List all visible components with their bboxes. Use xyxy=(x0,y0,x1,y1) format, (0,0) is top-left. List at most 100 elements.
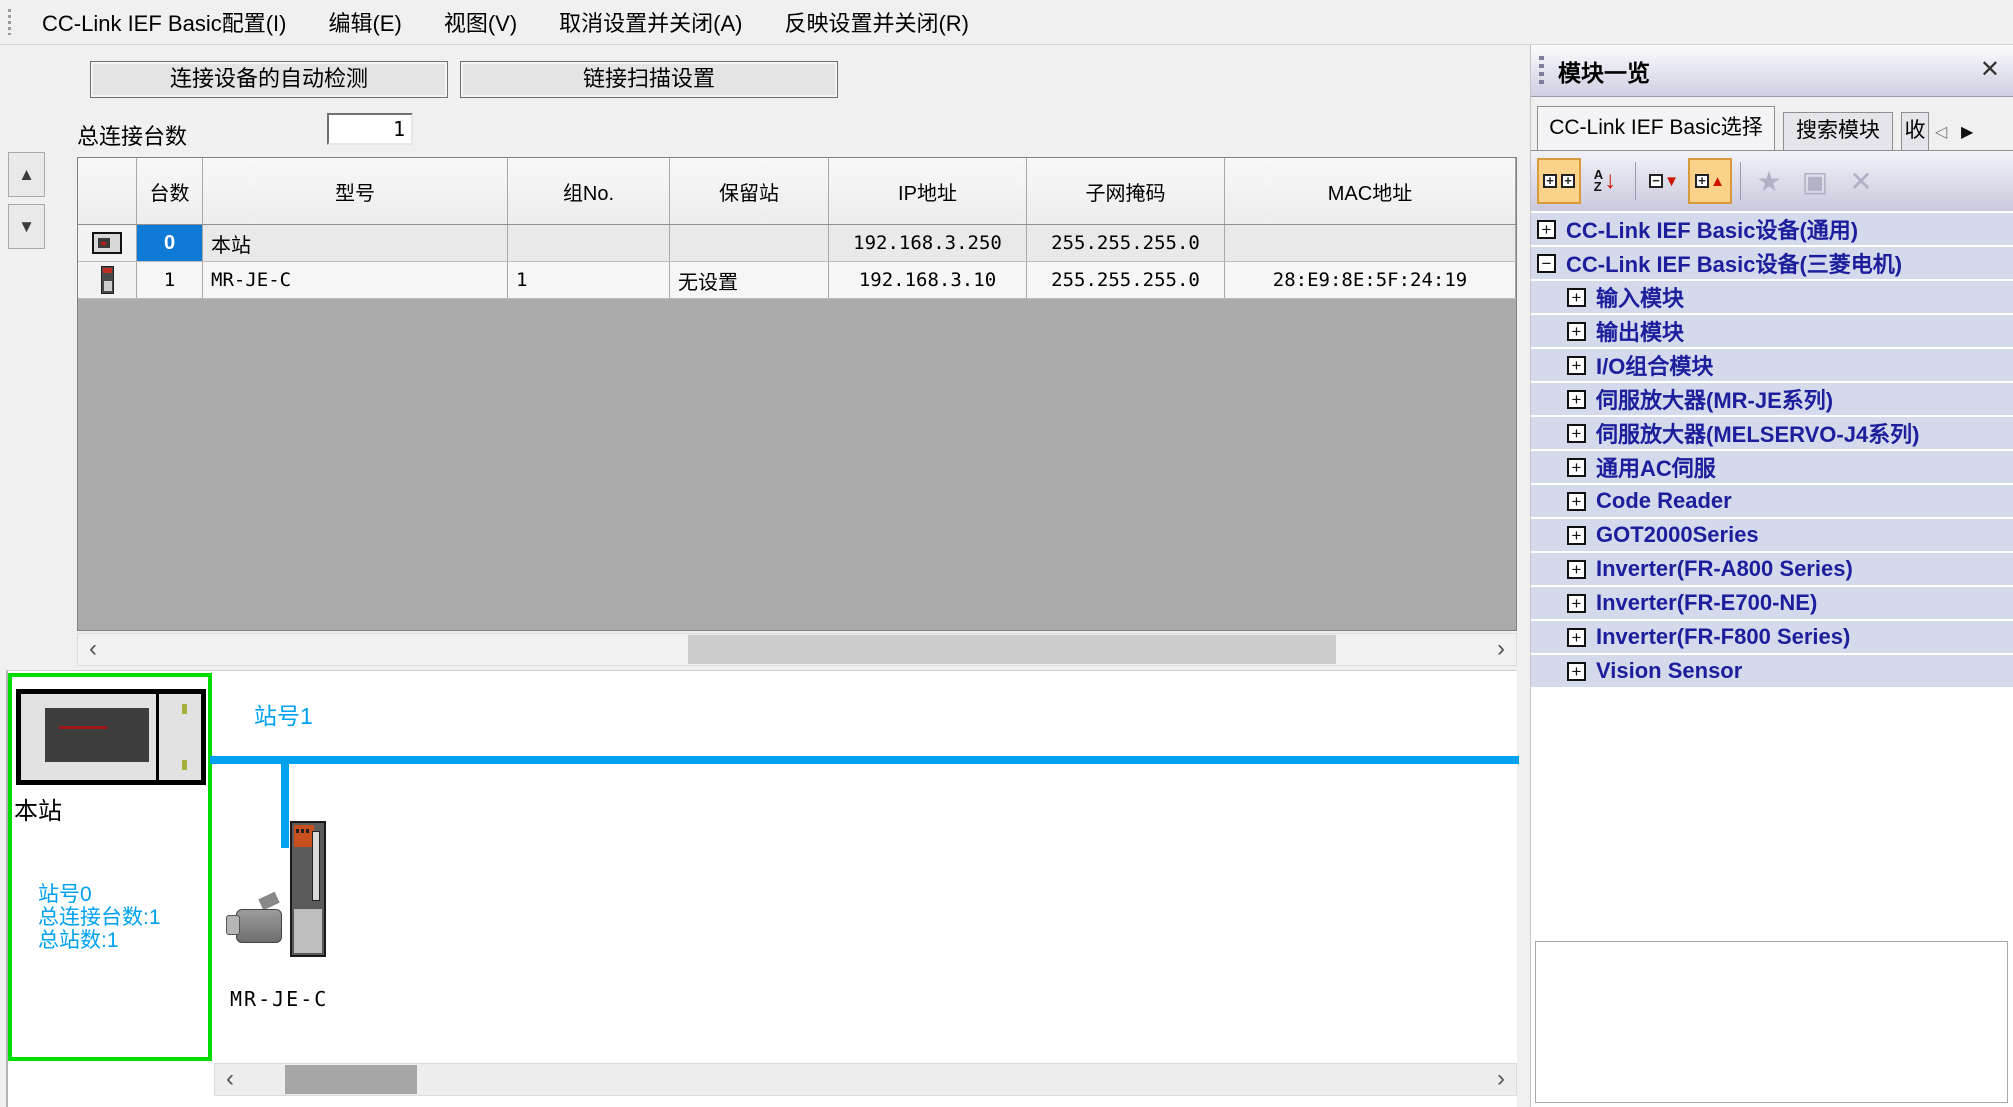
expander-icon[interactable]: + xyxy=(1567,492,1586,511)
cell-mac[interactable]: 28:E9:8E:5F:24:19 xyxy=(1225,262,1516,298)
tree-item-inverter-fr-e700[interactable]: + Inverter(FR-E700-NE) xyxy=(1531,587,2013,621)
expander-icon[interactable]: + xyxy=(1567,526,1586,545)
tree-item-inverter-fr-a800[interactable]: + Inverter(FR-A800 Series) xyxy=(1531,553,2013,587)
cell-ip[interactable]: 192.168.3.10 xyxy=(829,262,1027,298)
cell-ip[interactable]: 192.168.3.250 xyxy=(829,225,1027,261)
expander-icon[interactable]: + xyxy=(1567,322,1586,341)
add-favorite-icon[interactable]: ▣ xyxy=(1793,158,1837,204)
panel-tabs: CC-Link IEF Basic选择 搜索模块 收 ◁ ▶ xyxy=(1531,97,2013,151)
expander-icon[interactable]: − xyxy=(1537,254,1556,273)
module-detail-pane xyxy=(1535,941,2008,1103)
network-drop-line xyxy=(281,756,289,848)
tree-item-output-module[interactable]: + 输出模块 xyxy=(1531,315,2013,349)
panel-gripper-icon[interactable] xyxy=(1539,56,1544,86)
cell-model[interactable]: 本站 xyxy=(203,225,508,261)
cell-group[interactable]: 1 xyxy=(508,262,670,298)
cell-count[interactable]: 0 xyxy=(137,225,203,261)
table-horizontal-scrollbar[interactable]: ‹ › xyxy=(77,633,1517,666)
expander-icon[interactable]: + xyxy=(1567,594,1586,613)
tree-item-general-ac-servo[interactable]: + 通用AC伺服 xyxy=(1531,451,2013,485)
scrollbar-thumb[interactable] xyxy=(285,1065,417,1094)
expander-icon[interactable]: + xyxy=(1567,424,1586,443)
menu-edit[interactable]: 编辑(E) xyxy=(314,0,415,44)
tree-item-got2000[interactable]: + GOT2000Series xyxy=(1531,519,2013,553)
expander-icon[interactable]: + xyxy=(1567,288,1586,307)
servo-device-icon xyxy=(78,262,137,298)
expander-icon[interactable]: + xyxy=(1567,662,1586,681)
servo-amplifier-image[interactable] xyxy=(290,821,326,957)
cell-model[interactable]: MR-JE-C xyxy=(203,262,508,298)
tab-scroll-left-icon[interactable]: ◁ xyxy=(1935,122,1947,142)
header-subnet-mask: 子网掩码 xyxy=(1027,158,1225,224)
tab-cc-link-ief-basic-selection[interactable]: CC-Link IEF Basic选择 xyxy=(1537,106,1775,150)
module-list-panel: 模块一览 ✕ CC-Link IEF Basic选择 搜索模块 收 ◁ ▶ ++… xyxy=(1530,45,2013,1107)
tree-item-generic-devices[interactable]: + CC-Link IEF Basic设备(通用) xyxy=(1531,213,2013,247)
menu-gripper-icon[interactable] xyxy=(6,9,12,35)
table-row-mr-je-c[interactable]: 1 MR-JE-C 1 无设置 192.168.3.10 255.255.255… xyxy=(78,262,1516,299)
expand-all-icon[interactable]: +▲ xyxy=(1688,158,1732,204)
cell-reserved[interactable]: 无设置 xyxy=(670,262,829,298)
cell-count[interactable]: 1 xyxy=(137,262,203,298)
expander-icon[interactable]: + xyxy=(1567,390,1586,409)
sort-az-icon[interactable]: AZ↓ xyxy=(1583,158,1627,204)
tree-item-input-module[interactable]: + 输入模块 xyxy=(1531,281,2013,315)
station-table-header: 台数 型号 组No. 保留站 IP地址 子网掩码 MAC地址 xyxy=(78,158,1516,225)
scroll-right-icon[interactable]: › xyxy=(1488,634,1514,665)
tree-item-inverter-fr-f800[interactable]: + Inverter(FR-F800 Series) xyxy=(1531,621,2013,655)
close-icon[interactable]: ✕ xyxy=(1980,55,2000,84)
network-trunk-line xyxy=(210,756,1519,764)
scroll-right-icon[interactable]: › xyxy=(1488,1064,1514,1095)
cell-reserved[interactable] xyxy=(670,225,829,261)
servo-motor-image[interactable] xyxy=(226,901,286,949)
tree-item-vision-sensor[interactable]: + Vision Sensor xyxy=(1531,655,2013,689)
move-down-button[interactable]: ▼ xyxy=(8,204,45,249)
cc-link-config-window: CC-Link IEF Basic配置(I) 编辑(E) 视图(V) 取消设置并… xyxy=(0,0,2013,1107)
scroll-left-icon[interactable]: ‹ xyxy=(80,634,106,665)
header-icon-column xyxy=(78,158,137,224)
menu-config[interactable]: CC-Link IEF Basic配置(I) xyxy=(28,0,300,44)
expander-icon[interactable]: + xyxy=(1567,356,1586,375)
header-model: 型号 xyxy=(203,158,508,224)
expander-icon[interactable]: + xyxy=(1567,628,1586,647)
scrollbar-thumb[interactable] xyxy=(688,635,1336,664)
favorite-star-icon[interactable]: ★ xyxy=(1747,158,1791,204)
panel-title: 模块一览 xyxy=(1558,54,1650,88)
tree-item-io-combined-module[interactable]: + I/O组合模块 xyxy=(1531,349,2013,383)
menu-view[interactable]: 视图(V) xyxy=(430,0,531,44)
header-count: 台数 xyxy=(137,158,203,224)
auto-detect-button[interactable]: 连接设备的自动检测 xyxy=(90,61,448,98)
cell-mac[interactable] xyxy=(1225,225,1516,261)
menu-cancel-and-close[interactable]: 取消设置并关闭(A) xyxy=(545,0,756,44)
table-row-host-station[interactable]: 0 本站 192.168.3.250 255.255.255.0 xyxy=(78,225,1516,262)
tab-scroll-right-icon[interactable]: ▶ xyxy=(1961,122,1973,142)
station-info-text: 站号0 总连接台数:1 总站数:1 xyxy=(38,883,161,952)
link-scan-settings-button[interactable]: 链接扫描设置 xyxy=(460,61,838,98)
cell-subnet[interactable]: 255.255.255.0 xyxy=(1027,262,1225,298)
toolbar-separator xyxy=(1740,162,1741,200)
tree-item-servo-melservo-j4[interactable]: + 伺服放大器(MELSERVO-J4系列) xyxy=(1531,417,2013,451)
tab-search-module[interactable]: 搜索模块 xyxy=(1783,112,1893,150)
network-topology-view: 本站 站号0 总连接台数:1 总站数:1 站号1 MR-JE-C ‹ › xyxy=(6,670,1517,1107)
host-plc-image[interactable] xyxy=(16,689,206,785)
tree-item-mitsubishi-devices[interactable]: − CC-Link IEF Basic设备(三菱电机) xyxy=(1531,247,2013,281)
move-up-button[interactable]: ▲ xyxy=(8,152,45,197)
expander-icon[interactable]: + xyxy=(1567,458,1586,477)
device-model-label: MR-JE-C xyxy=(230,987,328,1011)
header-ip-address: IP地址 xyxy=(829,158,1027,224)
menu-reflect-and-close[interactable]: 反映设置并关闭(R) xyxy=(770,0,983,44)
tree-item-servo-mr-je[interactable]: + 伺服放大器(MR-JE系列) xyxy=(1531,383,2013,417)
total-connected-input[interactable] xyxy=(327,113,413,145)
collapse-all-icon[interactable]: −▼ xyxy=(1642,158,1686,204)
delete-icon[interactable]: ✕ xyxy=(1839,158,1883,204)
network-horizontal-scrollbar[interactable]: ‹ › xyxy=(214,1063,1517,1096)
tree-item-code-reader[interactable]: + Code Reader xyxy=(1531,485,2013,519)
display-tree-view-icon[interactable]: ++ xyxy=(1537,158,1581,204)
tab-favorites[interactable]: 收 xyxy=(1901,112,1929,150)
cell-subnet[interactable]: 255.255.255.0 xyxy=(1027,225,1225,261)
expander-icon[interactable]: + xyxy=(1567,560,1586,579)
cell-group[interactable] xyxy=(508,225,670,261)
module-tree: + CC-Link IEF Basic设备(通用) − CC-Link IEF … xyxy=(1531,213,2013,689)
expander-icon[interactable]: + xyxy=(1537,220,1556,239)
scroll-left-icon[interactable]: ‹ xyxy=(217,1064,243,1095)
station-table: 台数 型号 组No. 保留站 IP地址 子网掩码 MAC地址 0 本站 192.… xyxy=(77,157,1517,631)
